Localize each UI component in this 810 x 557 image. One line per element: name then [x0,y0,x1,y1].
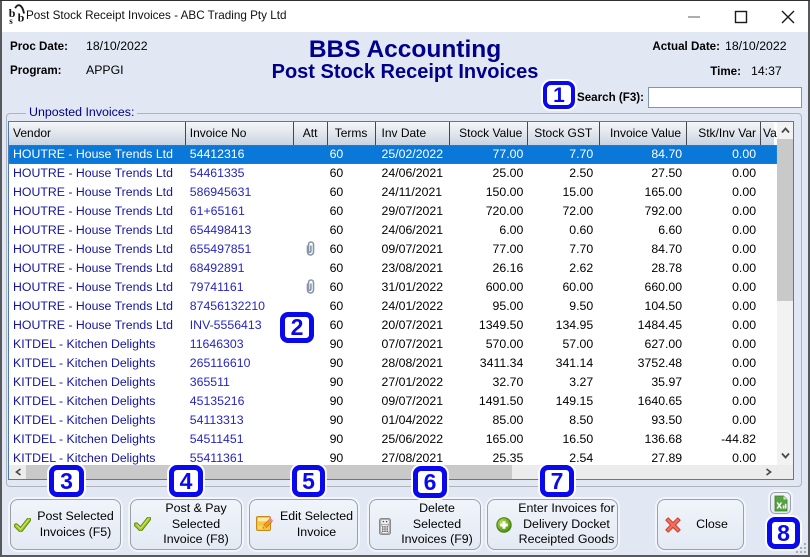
svg-text:s: s [9,16,13,26]
svg-text:b: b [18,11,25,25]
